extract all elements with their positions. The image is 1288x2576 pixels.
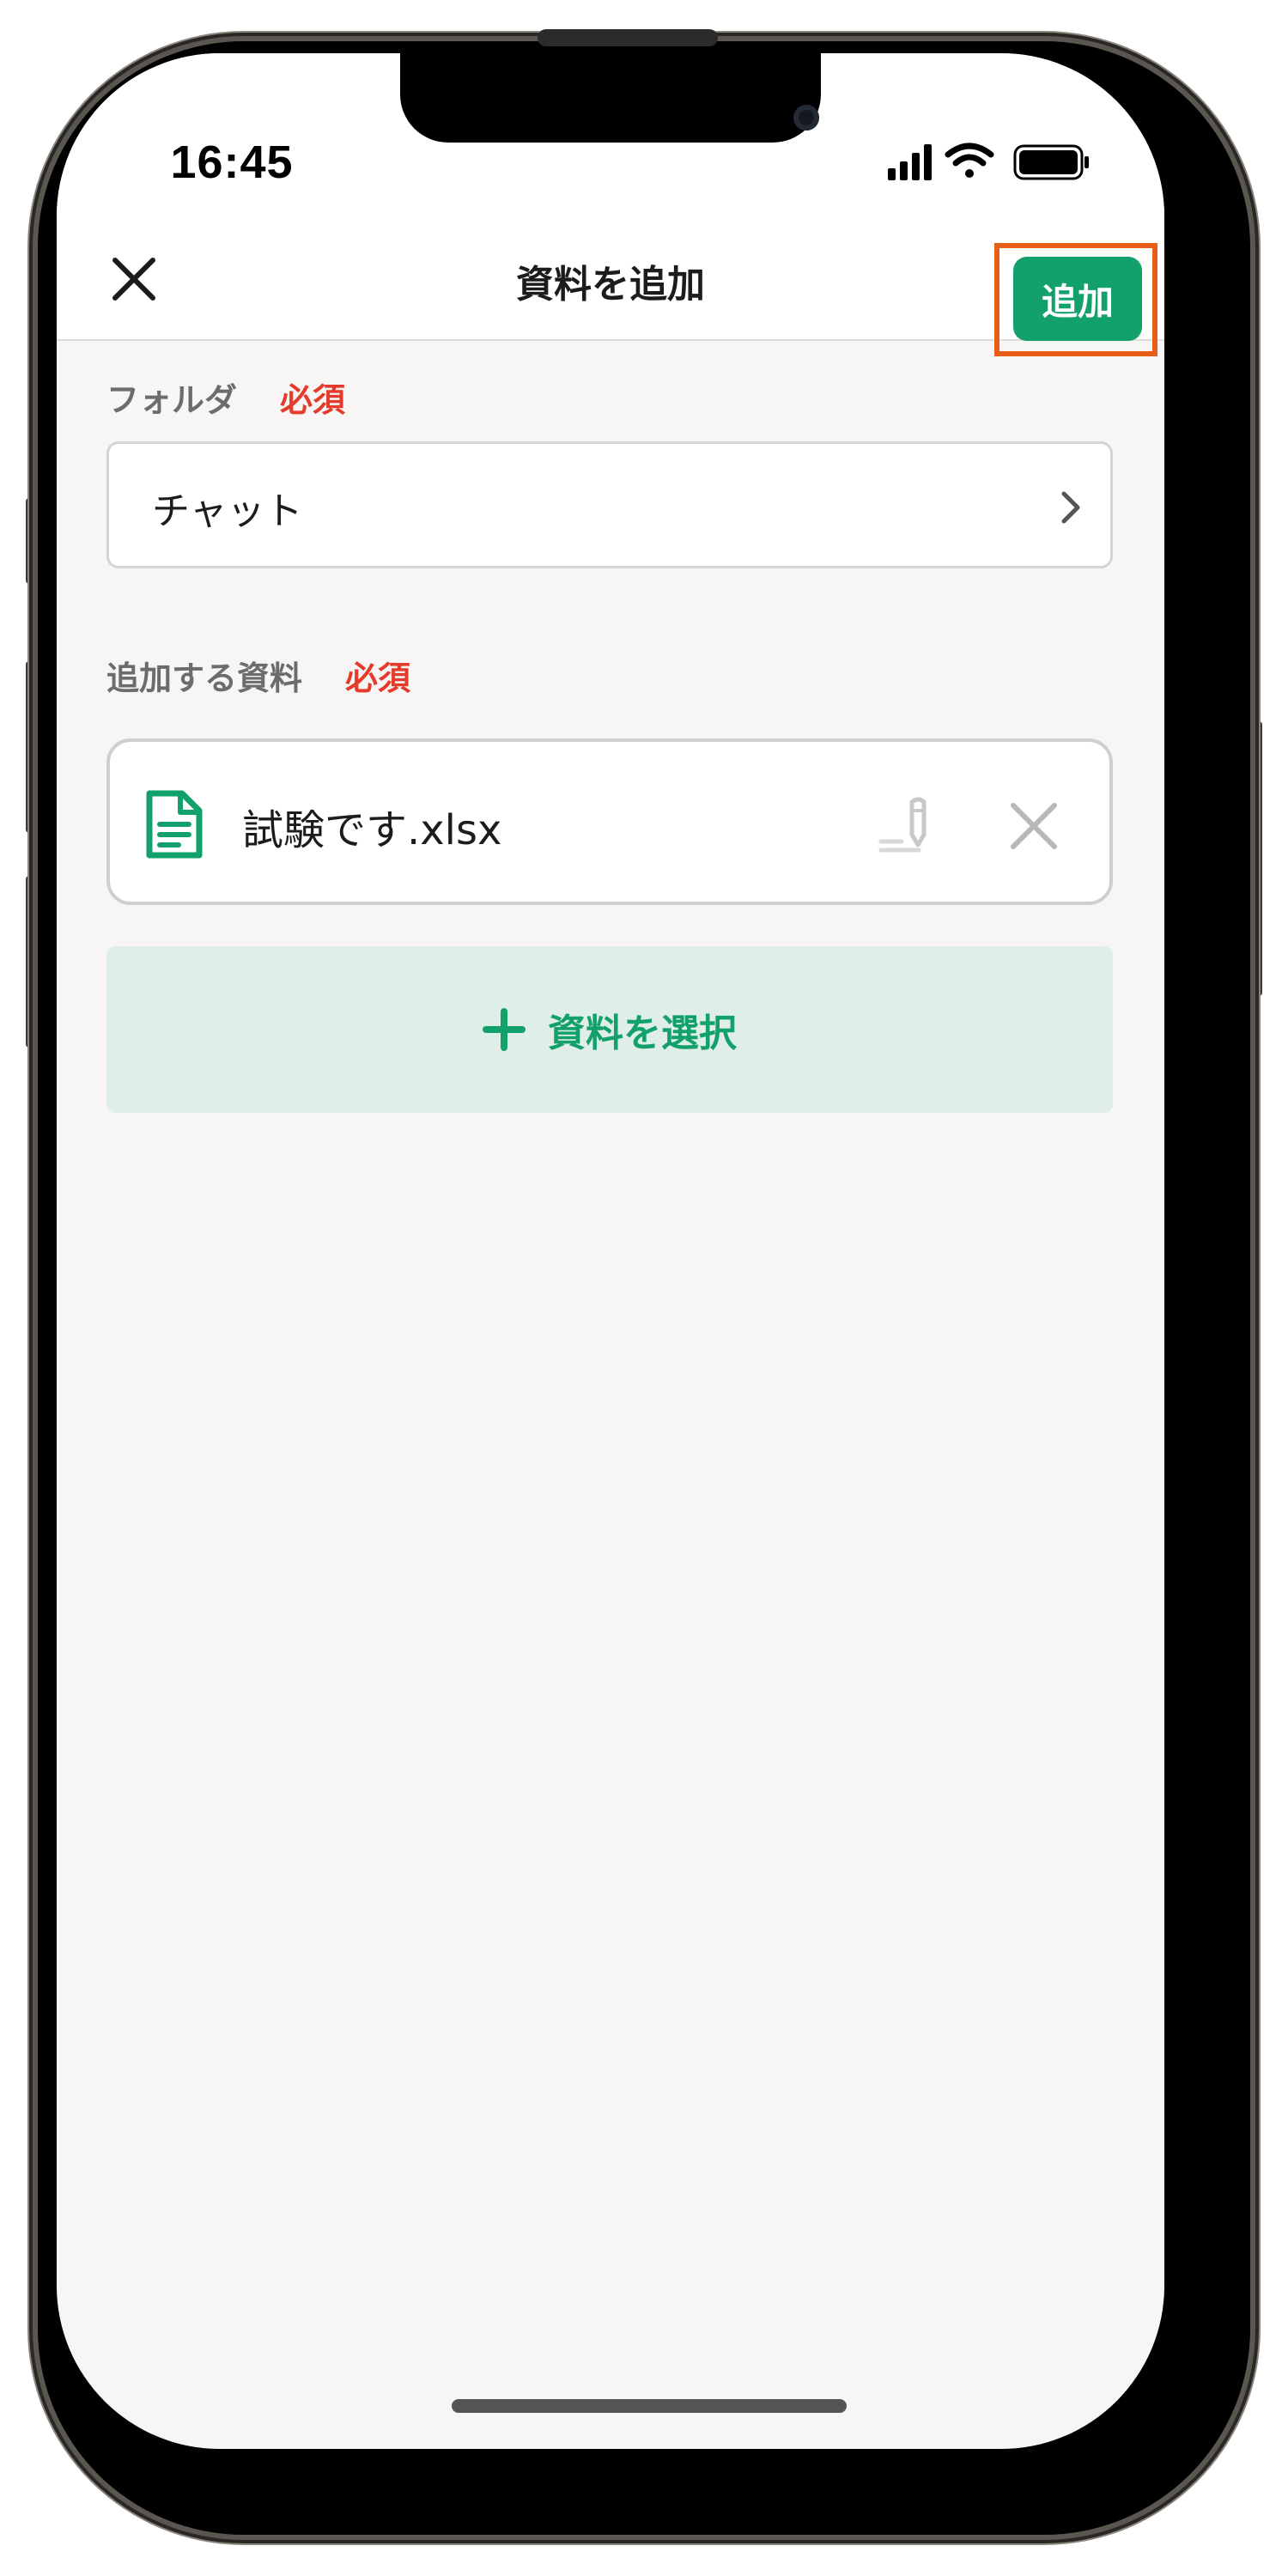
wifi-icon: [945, 143, 994, 178]
document-icon: [146, 790, 203, 859]
notch: [400, 53, 821, 143]
folder-required-badge: 必須: [280, 380, 346, 419]
screen: 16:45 資料を追加 追加 フォルダ 必須 チャット 追加する資料 必須 試験…: [57, 53, 1164, 2449]
materials-required-badge: 必須: [345, 659, 411, 697]
battery-icon: [1013, 144, 1089, 180]
file-item: 試験です.xlsx: [106, 738, 1113, 905]
folder-value: チャット: [152, 489, 303, 533]
power-button: [1249, 721, 1262, 996]
folder-label-row: フォルダ 必須: [106, 373, 345, 421]
select-material-label: 資料を選択: [548, 1012, 737, 1055]
folder-select[interactable]: チャット: [106, 441, 1113, 568]
add-button[interactable]: 追加: [1013, 257, 1142, 341]
home-indicator[interactable]: [452, 2399, 847, 2413]
edit-icon[interactable]: [874, 792, 943, 860]
materials-label: 追加する資料: [106, 659, 303, 697]
status-time: 16:45: [170, 137, 294, 188]
front-camera: [793, 105, 819, 131]
materials-label-row: 追加する資料 必須: [106, 651, 410, 699]
file-name: 試験です.xlsx: [242, 806, 502, 854]
navigation-bar: 資料を追加 追加: [57, 221, 1164, 356]
folder-label: フォルダ: [106, 380, 238, 419]
chevron-right-icon: [1061, 491, 1080, 524]
remove-file-icon[interactable]: [1006, 799, 1061, 854]
plus-icon: [483, 1008, 526, 1051]
close-icon[interactable]: [108, 253, 160, 305]
speaker-grille: [538, 29, 718, 46]
select-material-button[interactable]: 資料を選択: [106, 946, 1113, 1113]
page-title: 資料を追加: [516, 263, 705, 307]
signal-icon: [888, 144, 932, 180]
status-icons: [888, 143, 1089, 180]
